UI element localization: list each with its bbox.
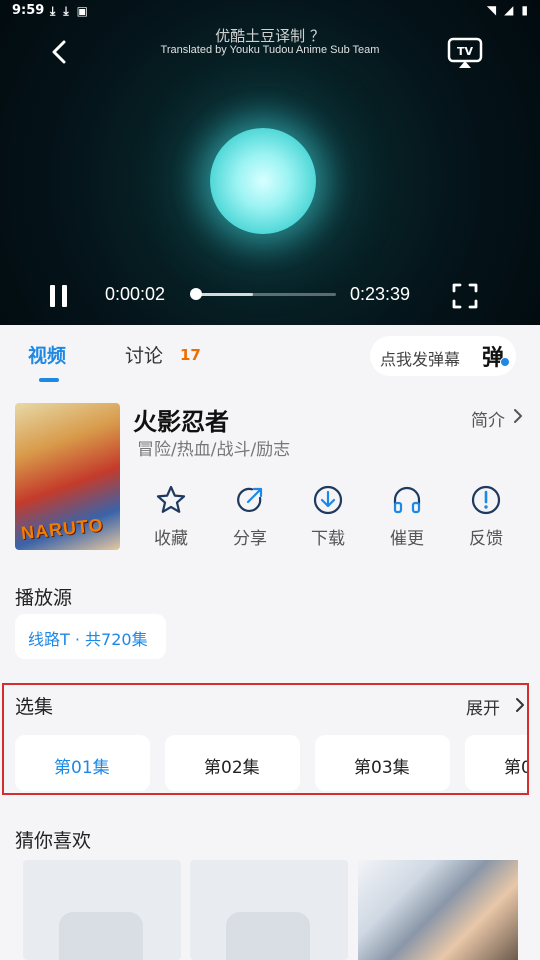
chevron-right-icon[interactable] — [512, 408, 524, 424]
urge-update-button[interactable]: 催更 — [382, 484, 432, 550]
source-section-title: 播放源 — [15, 587, 73, 609]
intro-link[interactable]: 简介 — [471, 406, 505, 431]
total-time: 0:23:39 — [350, 284, 411, 304]
cast-to-tv-button[interactable]: TV — [446, 36, 484, 70]
chevron-right-icon[interactable] — [514, 697, 526, 713]
anime-cover: NARUTO — [15, 403, 120, 550]
recommend-card[interactable] — [190, 860, 348, 960]
danmaku-enabled-dot — [500, 357, 510, 367]
status-system-icons: ◥ ◢ ▮ — [487, 3, 528, 17]
pause-icon — [50, 285, 67, 307]
favorite-button[interactable]: 收藏 — [146, 484, 196, 550]
fullscreen-icon — [452, 283, 478, 309]
recommend-card[interactable] — [23, 860, 181, 960]
recommend-section-title: 猜你喜欢 — [15, 830, 92, 852]
anime-genres: 冒险/热血/战斗/励志 — [137, 440, 291, 460]
battery-icon: ▮ — [521, 3, 528, 17]
placeholder-play-icon — [226, 912, 310, 960]
share-label: 分享 — [233, 529, 267, 549]
status-time: 9:59 — [12, 3, 45, 18]
download-notification-icon: ⤓ — [63, 4, 69, 18]
download-icon — [313, 485, 343, 515]
tab-discuss[interactable]: 讨论 — [125, 341, 163, 368]
episode-label-active: 第01集 — [54, 758, 110, 778]
discuss-count-badge: 17 — [180, 346, 201, 364]
video-frame-energy-orb — [210, 128, 316, 234]
download-label: 下载 — [311, 529, 345, 549]
episode-label: 第04集 — [504, 758, 527, 778]
feedback-label: 反馈 — [469, 529, 503, 549]
progress-bar[interactable] — [193, 293, 336, 296]
source-chip-label: 线路T · 共720集 — [28, 630, 148, 649]
episodes-section-title: 选集 — [15, 696, 54, 718]
recommend-card-thumbnail[interactable] — [358, 860, 518, 960]
tab-video-indicator — [39, 378, 59, 382]
share-icon — [237, 487, 263, 513]
danmaku-toggle-icon[interactable]: 弹 — [482, 340, 504, 372]
download-notification-icon: ⤓ — [50, 4, 56, 18]
urge-update-label: 催更 — [390, 529, 424, 549]
cover-logo: NARUTO — [20, 514, 105, 544]
tab-video[interactable]: 视频 — [28, 341, 66, 368]
status-bar: 9:59 ⤓ ⤓ ▣ ◥ ◢ ▮ — [0, 0, 540, 22]
video-player[interactable]: 9:59 ⤓ ⤓ ▣ ◥ ◢ ▮ 优酷土豆译制 ？ Translated by … — [0, 0, 540, 325]
share-button[interactable]: 分享 — [225, 484, 275, 550]
buffer-bar — [193, 293, 254, 296]
back-button[interactable] — [44, 36, 76, 68]
progress-knob[interactable] — [190, 288, 202, 300]
placeholder-play-icon — [59, 912, 143, 960]
star-icon — [156, 485, 186, 513]
favorite-label: 收藏 — [154, 529, 188, 549]
feedback-button[interactable]: 反馈 — [461, 484, 511, 550]
tv-cast-icon: TV — [447, 37, 483, 68]
wifi-icon: ◥ — [486, 3, 497, 17]
status-notification-icons: ⤓ ⤓ ▣ — [50, 4, 88, 19]
svg-text:TV: TV — [457, 45, 474, 58]
episode-label: 第02集 — [204, 758, 260, 778]
anime-title: 火影忍者 — [133, 408, 229, 436]
pause-button[interactable] — [46, 282, 74, 310]
expand-episodes-link[interactable]: 展开 — [466, 694, 500, 719]
headphones-icon — [393, 486, 421, 514]
send-danmaku-label: 点我发弹幕 — [380, 350, 461, 369]
signal-icon: ◢ — [504, 3, 514, 17]
alert-icon — [471, 485, 501, 515]
download-button[interactable]: 下载 — [303, 484, 353, 550]
chevron-left-icon — [52, 40, 66, 64]
app-notification-icon: ▣ — [76, 4, 88, 18]
current-time: 0:00:02 — [105, 284, 166, 304]
episode-label: 第03集 — [354, 758, 410, 778]
fullscreen-button[interactable] — [452, 283, 478, 309]
